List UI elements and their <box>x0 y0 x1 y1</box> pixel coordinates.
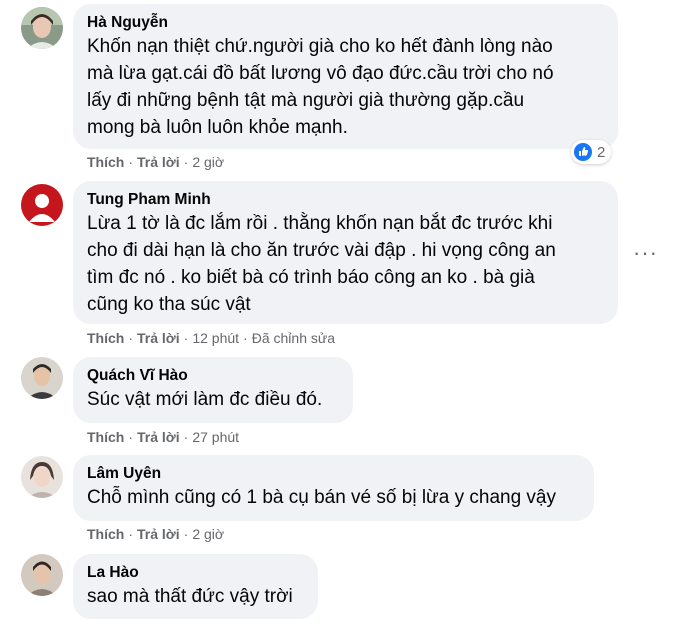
comment-bubble: Quách Vĩ Hào Súc vật mới làm đc điều đó. <box>73 357 353 423</box>
avatar[interactable] <box>21 184 63 226</box>
separator-dot: · <box>183 330 189 346</box>
comment-text-line: cho đi dài hạn là cho ăn trước vài đập .… <box>87 240 556 261</box>
comment-actions: Thích · Trả lời · 2 giờ <box>87 152 224 172</box>
comment-text-line: sao mà thất đức vậy trời <box>87 586 293 607</box>
separator-dot: · <box>128 330 134 346</box>
separator-dot: · <box>128 526 134 542</box>
timestamp[interactable]: 2 giờ <box>192 526 224 542</box>
like-button[interactable]: Thích <box>87 330 124 346</box>
timestamp[interactable]: 2 giờ <box>192 154 224 170</box>
reply-button[interactable]: Trả lời <box>137 154 180 170</box>
like-button[interactable]: Thích <box>87 154 124 170</box>
avatar[interactable] <box>21 7 63 49</box>
comment-text-line: Súc vật mới làm đc điều đó. <box>87 389 323 410</box>
reply-button[interactable]: Trả lời <box>137 429 180 445</box>
timestamp[interactable]: 27 phút <box>192 429 239 445</box>
comment-bubble: Hà Nguyễn Khốn nạn thiệt chứ.người già c… <box>73 4 618 149</box>
comment-bubble: Lâm Uyên Chỗ mình cũng có 1 bà cụ bán vé… <box>73 455 594 521</box>
comment-text-line: Khốn nạn thiệt chứ.người già cho ko hết … <box>87 36 553 57</box>
commenter-name[interactable]: Hà Nguyễn <box>87 13 604 33</box>
commenter-name[interactable]: Tung Pham Minh <box>87 190 604 210</box>
comment-text-line: Lừa 1 tờ là đc lắm rồi . thằng khốn nạn … <box>87 213 553 234</box>
comment-text-line: Chỗ mình cũng có 1 bà cụ bán vé số bị lừ… <box>87 487 556 508</box>
like-icon <box>574 143 592 161</box>
reply-button[interactable]: Trả lời <box>137 330 180 346</box>
avatar[interactable] <box>21 456 63 498</box>
timestamp[interactable]: 12 phút <box>192 330 239 346</box>
comment-actions: Thích · Trả lời · 12 phút · Đã chỉnh sửa <box>87 328 335 348</box>
like-button[interactable]: Thích <box>87 429 124 445</box>
separator-dot: · <box>128 429 134 445</box>
comment-text-line: mà lừa gạt.cái đồ bất lương vô đạo đức.c… <box>87 63 554 84</box>
comment-text-line: lấy đi những bệnh tật mà người già thườn… <box>87 90 525 111</box>
reaction-count: 2 <box>597 143 606 161</box>
comment-text-line: cũng ko tha súc vật <box>87 294 251 315</box>
reply-button[interactable]: Trả lời <box>137 526 180 542</box>
comment-bubble: Tung Pham Minh Lừa 1 tờ là đc lắm rồi . … <box>73 181 618 324</box>
separator-dot: · <box>183 526 189 542</box>
edited-label: Đã chỉnh sửa <box>251 330 336 346</box>
comment-bubble: La Hào sao mà thất đức vậy trời <box>73 554 318 619</box>
comment-actions: Thích · Trả lời · 2 giờ <box>87 524 224 544</box>
comment-text-line: tìm đc nó . ko biết bà có trình báo công… <box>87 267 535 288</box>
avatar[interactable] <box>21 357 63 399</box>
reaction-summary[interactable]: 2 <box>571 140 612 164</box>
commenter-name[interactable]: La Hào <box>87 563 304 583</box>
separator-dot: · <box>183 429 189 445</box>
separator-dot: · <box>243 330 248 346</box>
commenter-name[interactable]: Lâm Uyên <box>87 464 580 484</box>
like-button[interactable]: Thích <box>87 526 124 542</box>
comment-actions: Thích · Trả lời · 27 phút <box>87 427 239 447</box>
separator-dot: · <box>128 154 134 170</box>
avatar[interactable] <box>21 554 63 596</box>
separator-dot: · <box>183 154 189 170</box>
commenter-name[interactable]: Quách Vĩ Hào <box>87 366 339 386</box>
more-options-icon[interactable]: ··· <box>633 242 658 264</box>
comment-text-line: mong bà luôn luôn khỏe mạnh. <box>87 117 348 138</box>
